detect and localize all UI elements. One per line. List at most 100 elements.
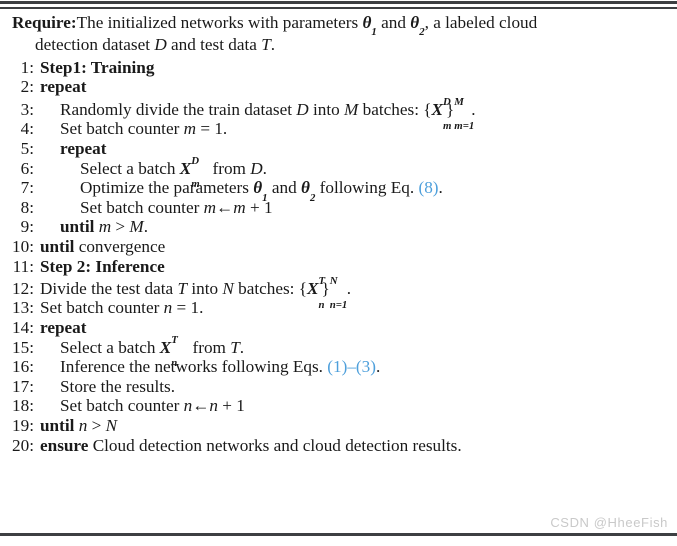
algorithm-line-9: 9: until m > M. <box>12 217 667 237</box>
text-mid: into <box>308 99 345 119</box>
text-mid: from <box>188 337 231 357</box>
line-text: Select a batch XTn from T. <box>40 335 245 369</box>
text-after: + 1 <box>245 197 273 217</box>
theta-1-subscript: 1 <box>371 26 377 39</box>
algorithm-line-20: 20: ensure Cloud detection networks and … <box>12 435 667 455</box>
var-D: D <box>250 158 263 178</box>
theta-1-subscript: 1 <box>262 191 268 204</box>
require-var-D: D <box>154 35 167 55</box>
line-number: 3: <box>20 99 34 119</box>
text-after: batches: <box>233 278 299 298</box>
math-upper-limit: M <box>454 96 464 109</box>
text-after: following Eq. <box>315 178 419 198</box>
line-number: 17: <box>12 376 34 396</box>
text-after: convergence <box>74 236 166 256</box>
text-after: batches: <box>358 99 424 119</box>
line-text: repeat <box>40 77 87 97</box>
math-superscript-D: D <box>443 96 451 109</box>
algorithm-line-1: 1: Step1: Training <box>12 58 667 78</box>
equation-reference-link[interactable]: (8) <box>418 178 438 197</box>
text-before: Set batch counter <box>40 298 164 318</box>
text-before: Select a batch <box>80 158 180 178</box>
keyword-until: until <box>40 236 75 256</box>
text-before: Inference the networks following Eqs. <box>60 357 328 377</box>
line-text: Step 2: Inference <box>40 256 165 276</box>
require-var-T: T <box>261 35 271 55</box>
algorithm-line-11: 11: Step 2: Inference <box>12 256 667 276</box>
equation-reference-link-1[interactable]: (1) <box>327 357 347 376</box>
text-end: . <box>438 178 443 198</box>
math-superscript-T: T <box>318 275 326 288</box>
algorithm-line-5: 5: repeat <box>12 139 667 159</box>
text-after: . <box>239 337 245 357</box>
top-rule-thick <box>0 1 677 4</box>
math-superscript-D: D <box>191 155 200 168</box>
text-mid: and <box>267 178 302 198</box>
algorithm-line-10: 10: until convergence <box>12 237 667 257</box>
math-base-X: X <box>159 337 172 357</box>
line-text: Set batch counter n←n + 1 <box>40 397 245 414</box>
var-M: M <box>129 217 144 237</box>
var-N: N <box>105 415 118 435</box>
line-text: Divide the test data T into N batches: {… <box>40 275 352 311</box>
math-lower-limit: m=1 <box>454 119 475 132</box>
line-number: 11: <box>12 256 34 276</box>
var-m-left: m <box>203 197 217 217</box>
require-conjunction: and <box>376 13 411 32</box>
keyword-ensure: ensure <box>40 435 89 455</box>
line-text: ensure Cloud detection networks and clou… <box>40 435 462 455</box>
algorithm-body: Require:The initialized networks with pa… <box>0 12 677 455</box>
var-n: n <box>78 415 88 435</box>
theta-2-symbol: θ <box>301 178 310 198</box>
text-after: . <box>143 217 149 237</box>
math-set-notation: {X Tn} Nn=1. <box>298 275 352 311</box>
operator-gt: > <box>87 415 106 435</box>
line-number: 9: <box>20 217 34 237</box>
require-line2-text: detection dataset <box>35 35 155 55</box>
line-text: until n > N <box>40 417 117 434</box>
math-base-X: X <box>179 158 192 178</box>
algorithm-line-2: 2: repeat <box>12 77 667 97</box>
operator-gt: > <box>111 217 130 237</box>
line-text: Set batch counter m←m + 1 <box>40 199 273 216</box>
math-subscript-n: n <box>318 298 325 311</box>
line-number: 5: <box>20 139 34 159</box>
bottom-rule <box>0 533 677 536</box>
line-text: Randomly divide the train dataset D into… <box>40 97 476 131</box>
keyword-until: until <box>40 415 75 435</box>
math-base-X: X <box>307 278 319 298</box>
line-text: repeat <box>60 139 107 159</box>
algorithm-line-18: 18: Set batch counter n←n + 1 <box>12 396 667 416</box>
var-n-right: n <box>209 396 218 416</box>
line-number: 8: <box>20 197 34 217</box>
math-subscript-m: m <box>191 178 200 191</box>
require-keyword: Require: <box>12 13 77 32</box>
line-number: 12: <box>12 278 34 298</box>
math-subscript-n: n <box>171 357 178 370</box>
text-after: = 1. <box>196 119 228 139</box>
assignment-arrow-icon: ← <box>192 396 210 416</box>
var-m: m <box>98 217 112 237</box>
text-before: Optimize the parameters <box>80 178 254 198</box>
line-text: until m > M. <box>40 218 148 235</box>
text-after: + 1 <box>218 396 245 416</box>
var-m: m <box>183 119 197 139</box>
algorithm-line-8: 8: Set batch counter m←m + 1 <box>12 198 667 218</box>
line-number: 7: <box>20 178 34 198</box>
text-mid: into <box>187 278 223 298</box>
keyword-until: until <box>60 217 95 237</box>
var-D: D <box>296 99 309 119</box>
line-text: Set batch counter n = 1. <box>40 299 203 316</box>
text-after: Cloud detection networks and cloud detec… <box>88 435 462 455</box>
algorithm-block: Require:The initialized networks with pa… <box>0 0 677 546</box>
text-end: . <box>375 357 381 377</box>
require-statement: Require:The initialized networks with pa… <box>12 12 667 58</box>
algorithm-line-17: 17: Store the results. <box>12 377 667 397</box>
math-base-X: X <box>431 99 444 119</box>
algorithm-line-7: 7: Optimize the parameters θ1 and θ2 fol… <box>12 178 667 203</box>
equation-reference-link-3[interactable]: (3) <box>356 357 376 376</box>
line-text: until convergence <box>40 238 165 255</box>
text-before: Randomly divide the train dataset <box>60 99 297 119</box>
line-text: repeat <box>40 318 87 338</box>
line-text: Set batch counter m = 1. <box>40 120 227 137</box>
